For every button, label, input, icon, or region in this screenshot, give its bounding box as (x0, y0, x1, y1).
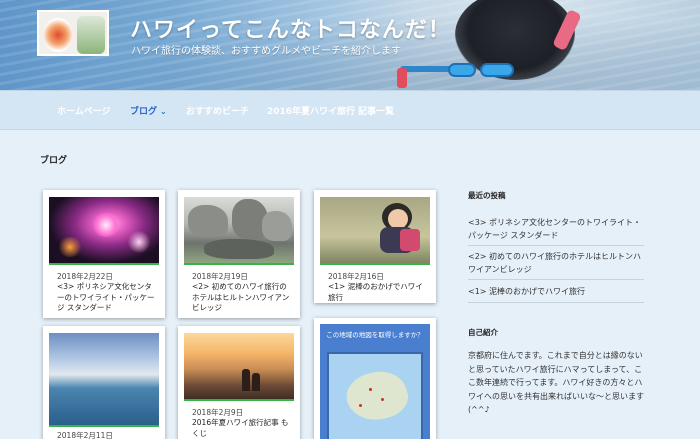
nav-item-2016-summer-articles[interactable]: 2016年夏ハワイ旅行 記事一覧 (267, 104, 394, 117)
post-title[interactable]: <1> 泥棒のおかげでハワイ旅行 (328, 282, 430, 303)
nav-item-label: ブログ (130, 107, 158, 117)
post-accent-bar (49, 263, 159, 265)
post-accent-bar (184, 263, 294, 265)
map-marker (369, 388, 372, 391)
sidebar-recent-post-link[interactable]: <2> 初めてのハワイ旅行のホテルはヒルトンハワイアンビレッジ (468, 250, 644, 276)
chevron-down-icon: ⌄ (160, 107, 167, 116)
thumbnail-baby-bag (400, 229, 420, 251)
map-marker (359, 404, 362, 407)
map-image[interactable] (327, 352, 423, 439)
post-date[interactable]: 2018年2月19日 (192, 271, 248, 282)
page-title: ブログ (40, 156, 68, 166)
main-navigation: ホームページ ブログ ⌄ おすすめビーチ 2016年夏ハワイ旅行 記事一覧 (0, 90, 700, 130)
post-title[interactable]: 2016年夏ハワイ旅行記事 もくじ (192, 418, 294, 439)
thumbnail-rock (262, 211, 292, 241)
logo-food-image (43, 18, 73, 52)
sidebar-about-heading: 自己紹介 (468, 328, 498, 337)
sidebar-recent-post-link[interactable]: <3> ポリネシア文化センターのトワイライト・パッケージ スタンダード (468, 216, 644, 242)
post-thumbnail[interactable] (184, 197, 294, 263)
thumbnail-rock (204, 239, 274, 259)
map-widget-caption[interactable]: この地域の地図を取得しますか？ (320, 329, 430, 339)
site-header: ハワイってこんなトコなんだ！ ハワイ旅行の体験談、おすすめグルメやビーチを紹介し… (0, 0, 700, 90)
header-goggle-right (480, 63, 514, 77)
sidebar-about-text: 京都府に住んでます。これまで自分とは縁のないと思っていたハワイ旅行にハマってしま… (468, 351, 644, 414)
nav-item-recommended-beaches[interactable]: おすすめビーチ (186, 104, 249, 117)
nav-item-label: ホームページ (57, 107, 111, 117)
site-tagline: ハワイ旅行の体験談、おすすめグルメやビーチを紹介します (131, 46, 401, 57)
thumbnail-rock (188, 205, 228, 237)
nav-item-label: 2016年夏ハワイ旅行 記事一覧 (267, 107, 395, 117)
header-snorkel-tip (397, 68, 407, 88)
sidebar-divider (468, 245, 644, 246)
post-accent-bar (320, 263, 430, 265)
logo-drink-image (77, 16, 105, 54)
post-title[interactable]: <2> 初めてのハワイ旅行のホテルはヒルトンハワイアンビレッジ (192, 282, 294, 314)
post-card[interactable]: 2018年2月9日 2016年夏ハワイ旅行記事 もくじ (178, 326, 300, 439)
sidebar-recent-posts-heading: 最近の投稿 (468, 191, 506, 200)
sidebar-divider (468, 279, 644, 280)
sidebar-divider (468, 302, 644, 303)
post-thumbnail[interactable] (49, 197, 159, 263)
map-widget[interactable]: この地域の地図を取得しますか？ (314, 318, 436, 439)
post-date[interactable]: 2018年2月11日 (57, 430, 113, 439)
map-marker (381, 398, 384, 401)
map-widget-panel: この地域の地図を取得しますか？ (320, 324, 430, 439)
post-date[interactable]: 2018年2月16日 (328, 271, 384, 282)
post-card[interactable]: 2018年2月19日 <2> 初めてのハワイ旅行のホテルはヒルトンハワイアンビレ… (178, 190, 300, 318)
thumbnail-light (91, 213, 121, 237)
thumbnail-light (127, 231, 151, 253)
thumbnail-light (57, 237, 83, 257)
post-thumbnail[interactable] (184, 333, 294, 399)
post-card[interactable]: 2018年2月16日 <1> 泥棒のおかげでハワイ旅行 (314, 190, 436, 303)
nav-item-label: おすすめビーチ (186, 107, 250, 117)
thumbnail-baby-face (388, 209, 408, 229)
site-title[interactable]: ハワイってこんなトコなんだ！ (130, 12, 451, 44)
map-island-oahu (341, 363, 413, 429)
post-title[interactable]: <3> ポリネシア文化センターのトワイライト・パッケージ スタンダード (57, 282, 159, 314)
header-goggle-left (448, 63, 476, 77)
post-card[interactable]: 2018年2月22日 <3> ポリネシア文化センターのトワイライト・パッケージ … (43, 190, 165, 318)
post-accent-bar (49, 425, 159, 427)
sidebar-recent-post-link[interactable]: <1> 泥棒のおかげでハワイ旅行 (468, 285, 644, 298)
thumbnail-person (252, 373, 260, 391)
post-date[interactable]: 2018年2月9日 (192, 407, 243, 418)
post-card[interactable]: 2018年2月11日 (43, 326, 165, 439)
post-thumbnail[interactable] (320, 197, 430, 263)
nav-item-blog[interactable]: ブログ ⌄ (130, 104, 167, 117)
post-accent-bar (184, 399, 294, 401)
post-thumbnail[interactable] (49, 333, 159, 425)
site-logo[interactable] (37, 10, 109, 56)
nav-item-home[interactable]: ホームページ (57, 104, 111, 117)
thumbnail-person (242, 369, 250, 391)
post-date[interactable]: 2018年2月22日 (57, 271, 113, 282)
